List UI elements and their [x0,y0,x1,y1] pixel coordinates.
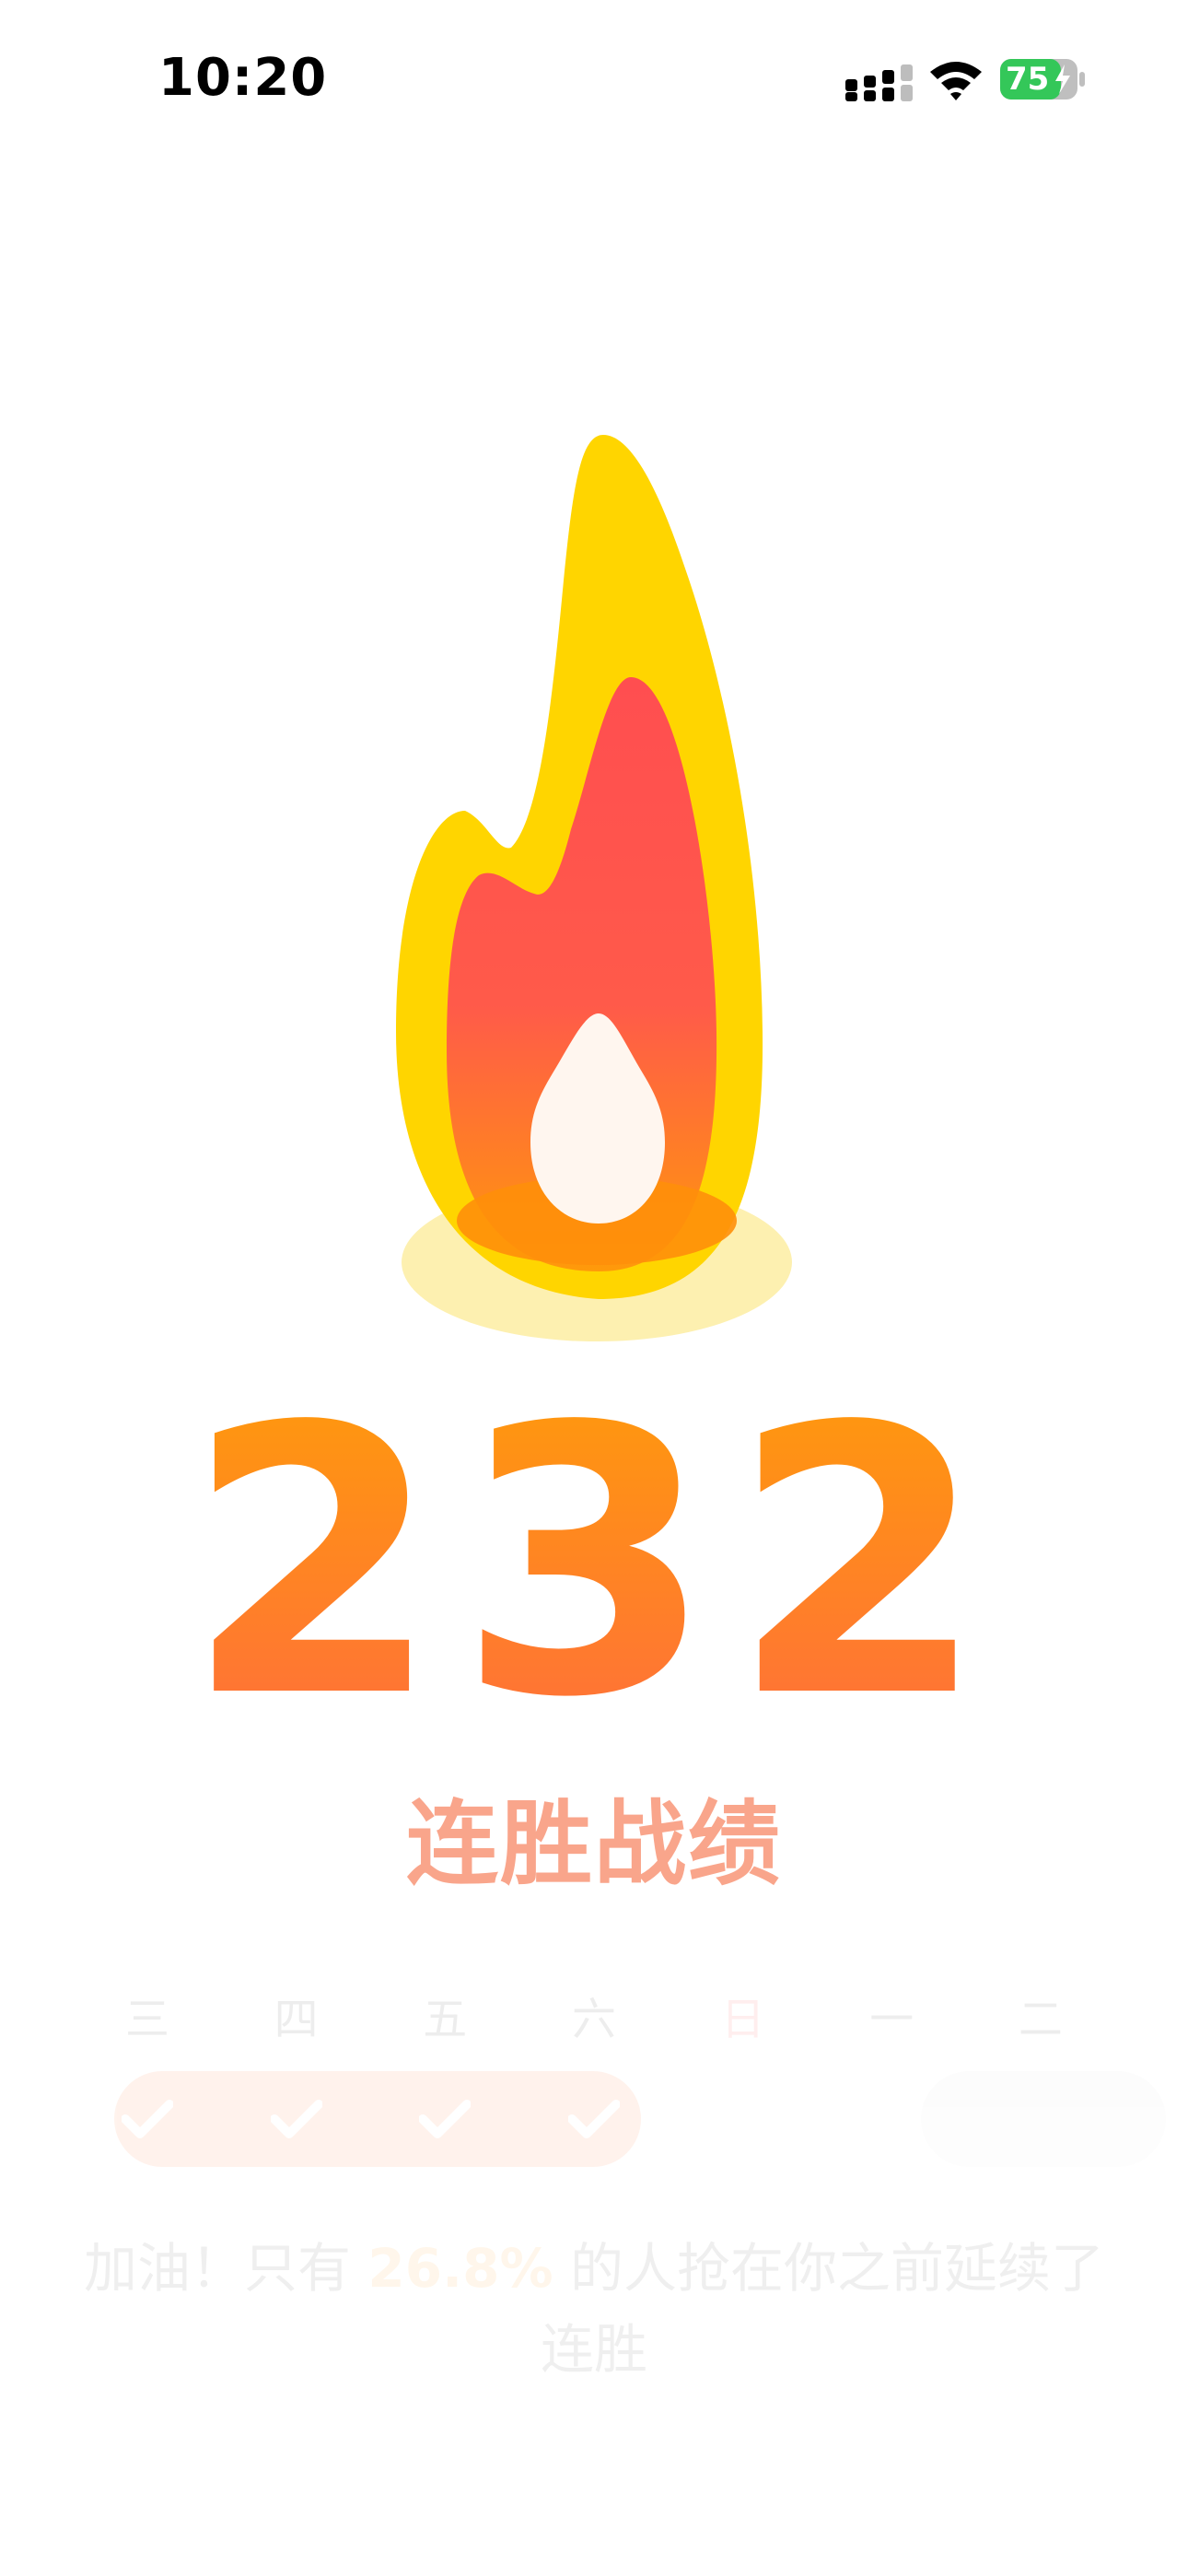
check-icon [539,2071,649,2167]
week-progress: 三 四 五 六 日 一 二 [92,1983,1166,2167]
check-icon [92,2071,203,2167]
weekday-label: 一 [869,1994,914,2045]
encouragement-text: 加油！只有 26.8% 的人抢在你之前延续了连胜 [83,2228,1105,2390]
encourage-percent: 26.8% [367,2237,553,2300]
check-row [92,2071,1096,2167]
streak-count: 232 [0,1380,1188,1749]
weekday-label: 三 [124,1994,169,2045]
weekday-labels: 三 四 五 六 日 一 二 [92,1983,1096,2056]
day-slot [985,2071,1096,2167]
check-icon [390,2071,500,2167]
weekday-label-today: 日 [720,1994,765,2045]
check-icon [241,2071,352,2167]
signal-icon [845,64,913,101]
day-slot [836,2071,947,2167]
weekday-label: 五 [423,1994,468,2045]
encourage-suffix: 的人抢在你之前延续了连胜 [540,2237,1105,2381]
status-bar: 10:20 75 [0,0,1188,157]
wifi-icon [930,62,982,100]
weekday-label: 四 [274,1994,319,2045]
battery-level: 75 [1006,61,1050,98]
weekday-label: 二 [1018,1994,1063,2045]
flame-icon [396,435,792,1341]
day-slot [688,2071,798,2167]
weekday-label: 六 [571,1994,616,2045]
streak-label: 连胜战绩 [406,1790,782,1898]
status-time: 10:20 [158,48,328,108]
battery-icon: 75 [1000,59,1085,100]
encourage-prefix: 加油！只有 [83,2237,368,2300]
